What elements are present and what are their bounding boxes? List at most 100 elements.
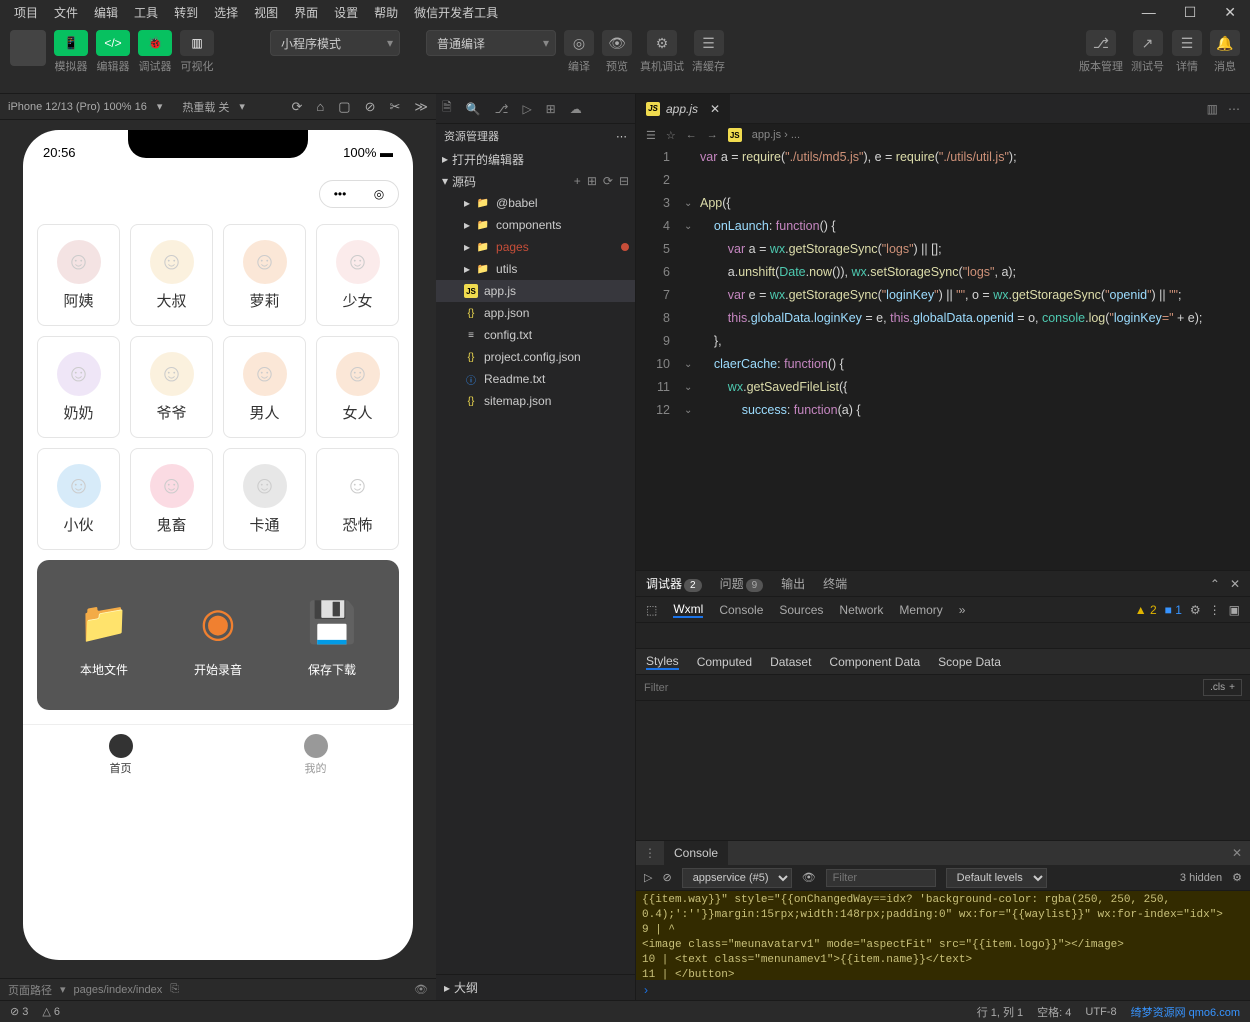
hot-reload-toggle[interactable]: 热重载 关: [182, 99, 229, 115]
local-file-button[interactable]: 📁本地文件: [74, 593, 134, 678]
clear-console-icon[interactable]: ▷: [644, 871, 652, 884]
indent-info[interactable]: 空格: 4: [1037, 1004, 1071, 1020]
breadcrumb[interactable]: app.js › ...: [752, 129, 800, 141]
avatar[interactable]: [10, 30, 46, 66]
preview-button[interactable]: 👁预览: [602, 30, 632, 74]
rotate-icon[interactable]: ▢: [338, 99, 350, 115]
menu-edit[interactable]: 编辑: [88, 2, 124, 23]
close-tab-icon[interactable]: ✕: [710, 102, 720, 116]
console-tab[interactable]: Console: [664, 841, 728, 865]
dt-tab-problems[interactable]: 问题9: [720, 575, 764, 592]
menu-project[interactable]: 项目: [8, 2, 44, 23]
back-icon[interactable]: ←: [686, 129, 697, 141]
bookmark-icon[interactable]: ☆: [666, 129, 676, 142]
inspect-icon[interactable]: ⬚: [646, 603, 657, 617]
gear-icon[interactable]: ⚙: [1190, 603, 1201, 617]
file-sitemap[interactable]: {}sitemap.json: [436, 390, 635, 412]
plugin-icon[interactable]: ☁: [570, 102, 582, 116]
clear-cache-button[interactable]: ☰清缓存: [692, 30, 725, 74]
save-download-button[interactable]: 💾保存下载: [302, 593, 362, 678]
menu-file[interactable]: 文件: [48, 2, 84, 23]
encoding-info[interactable]: UTF-8: [1085, 1006, 1116, 1018]
more-icon[interactable]: ⋯: [616, 130, 627, 143]
voice-card[interactable]: ☺卡通: [223, 448, 306, 550]
voice-card[interactable]: ☺鬼畜: [130, 448, 213, 550]
cls-button[interactable]: .cls+: [1203, 679, 1242, 696]
scope-data-tab[interactable]: Scope Data: [938, 655, 1001, 669]
console-filter-input[interactable]: [826, 869, 936, 887]
tab-home[interactable]: 首页: [23, 725, 218, 784]
editor-button[interactable]: </>编辑器: [96, 30, 130, 74]
menu-help[interactable]: 帮助: [368, 2, 404, 23]
toggle-tree-icon[interactable]: ☰: [646, 129, 656, 142]
close-console-icon[interactable]: ✕: [1224, 846, 1250, 860]
copy-icon[interactable]: ⎘: [170, 983, 179, 996]
file-app-json[interactable]: {}app.json: [436, 302, 635, 324]
voice-card[interactable]: ☺奶奶: [37, 336, 120, 438]
eye-icon[interactable]: 👁: [414, 983, 428, 996]
forward-icon[interactable]: →: [707, 129, 718, 141]
voice-card[interactable]: ☺少女: [316, 224, 399, 326]
menu-tools[interactable]: 工具: [128, 2, 164, 23]
menu-view[interactable]: 视图: [248, 2, 284, 23]
new-file-icon[interactable]: +: [574, 174, 581, 188]
dataset-tab[interactable]: Dataset: [770, 655, 811, 669]
file-project-config[interactable]: {}project.config.json: [436, 346, 635, 368]
search-icon[interactable]: 🔍: [466, 102, 481, 116]
menu-settings[interactable]: 设置: [328, 2, 364, 23]
stop-icon[interactable]: ⊘: [662, 871, 671, 884]
voice-card[interactable]: ☺女人: [316, 336, 399, 438]
split-icon[interactable]: ▥: [1207, 102, 1218, 116]
source-section[interactable]: ▾ 源码+⊞⟳⊟: [436, 170, 635, 192]
capsule-menu[interactable]: •••◎: [319, 180, 399, 208]
dt-tab-output[interactable]: 输出: [781, 575, 805, 592]
git-icon[interactable]: ⎇: [495, 102, 509, 116]
explorer-icon[interactable]: 🗎: [442, 98, 452, 119]
warnings-badge[interactable]: ▲ 2: [1135, 603, 1157, 617]
dt-tab-debugger[interactable]: 调试器2: [646, 575, 702, 592]
more-icon[interactable]: ⋮: [1209, 603, 1221, 617]
details-button[interactable]: ☰详情: [1172, 30, 1202, 74]
more-icon[interactable]: ≫: [414, 99, 428, 115]
ext-icon[interactable]: ⊞: [546, 102, 556, 116]
test-account-button[interactable]: ↗测试号: [1131, 30, 1164, 74]
more-tabs-icon[interactable]: »: [959, 603, 966, 617]
file-app-js[interactable]: JSapp.js: [436, 280, 635, 302]
minimize-icon[interactable]: —: [1136, 2, 1162, 23]
record-button[interactable]: ◉开始录音: [188, 593, 248, 678]
folder-pages[interactable]: ▸ 📁pages: [436, 236, 635, 258]
menu-goto[interactable]: 转到: [168, 2, 204, 23]
voice-card[interactable]: ☺萝莉: [223, 224, 306, 326]
close-icon[interactable]: ✕: [1218, 2, 1242, 23]
chevron-up-icon[interactable]: ⌃: [1210, 577, 1220, 591]
folder-utils[interactable]: ▸ 📁utils: [436, 258, 635, 280]
maximize-icon[interactable]: ☐: [1178, 2, 1203, 23]
cut-icon[interactable]: ✂: [389, 99, 400, 115]
dock-icon[interactable]: ▣: [1229, 603, 1240, 617]
voice-card[interactable]: ☺爷爷: [130, 336, 213, 438]
device-select[interactable]: iPhone 12/13 (Pro) 100% 16: [8, 101, 147, 113]
outline-section[interactable]: ▸ 大纲: [436, 974, 635, 1000]
context-select[interactable]: appservice (#5): [682, 868, 792, 888]
back-icon[interactable]: ⊘: [365, 99, 376, 115]
debugger-button[interactable]: 🐞调试器: [138, 30, 172, 74]
voice-card[interactable]: ☺大叔: [130, 224, 213, 326]
menu-wechat-devtools[interactable]: 微信开发者工具: [408, 2, 504, 23]
close-panel-icon[interactable]: ✕: [1230, 577, 1240, 591]
folder-components[interactable]: ▸ 📁components: [436, 214, 635, 236]
warnings-count[interactable]: △ 6: [42, 1005, 60, 1018]
compile-select[interactable]: 普通编译: [426, 30, 556, 56]
tab-mine[interactable]: 我的: [218, 725, 413, 784]
styles-tab[interactable]: Styles: [646, 654, 679, 670]
console-prompt[interactable]: ›: [636, 980, 1250, 1000]
new-folder-icon[interactable]: ⊞: [587, 174, 597, 188]
dt-tab-terminal[interactable]: 终端: [823, 575, 847, 592]
styles-filter-input[interactable]: [644, 682, 1203, 694]
info-badge[interactable]: ■ 1: [1165, 603, 1182, 617]
voice-card[interactable]: ☺小伙: [37, 448, 120, 550]
compile-button[interactable]: ◎编译: [564, 30, 594, 74]
mode-select[interactable]: 小程序模式: [270, 30, 400, 56]
folder-babel[interactable]: ▸ 📁@babel: [436, 192, 635, 214]
more-icon[interactable]: ⋯: [1228, 102, 1240, 116]
messages-button[interactable]: 🔔消息: [1210, 30, 1240, 74]
